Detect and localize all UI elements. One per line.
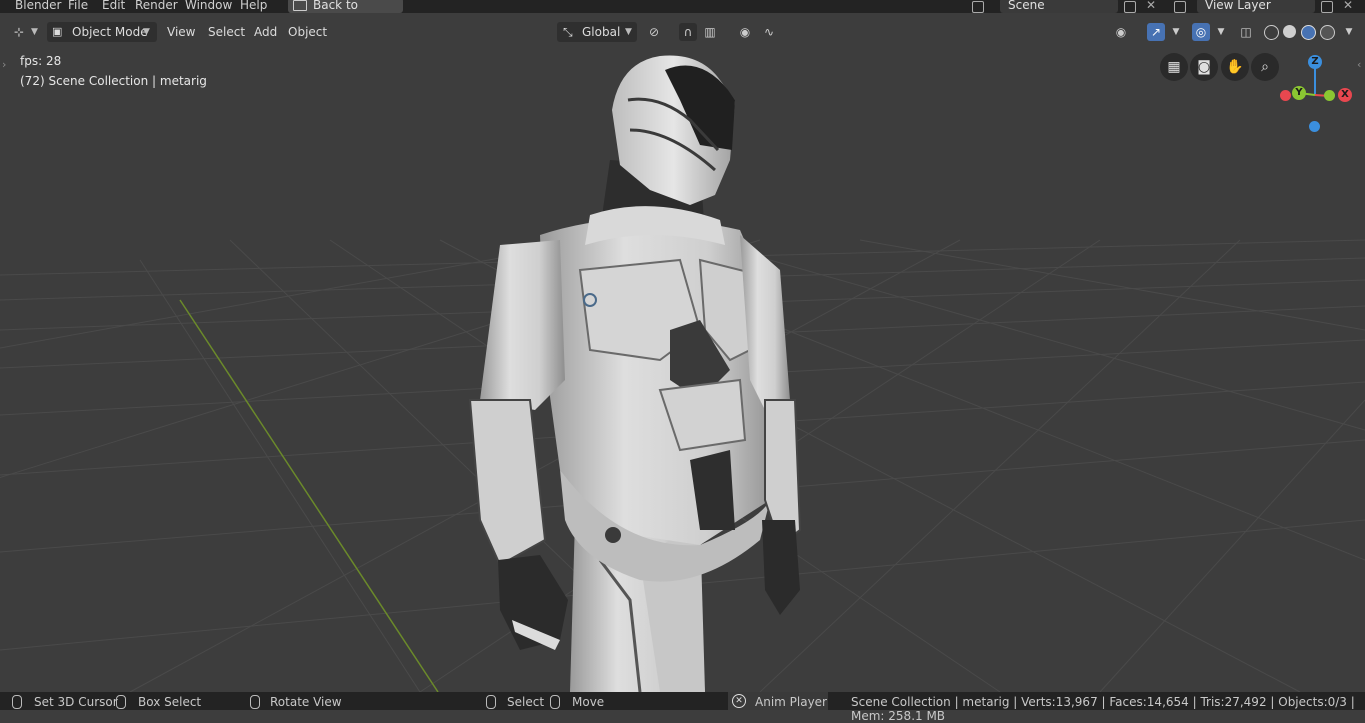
pivot-icon[interactable]: ⊘ xyxy=(645,23,663,41)
gizmo-toggle-icon[interactable]: ↗ xyxy=(1147,23,1165,41)
chevron-down-icon: ▼ xyxy=(143,27,150,37)
cancel-icon[interactable]: ✕ xyxy=(732,694,746,708)
toggle-grid-icon[interactable]: ▦ xyxy=(1160,53,1188,81)
view-layer-label: View Layer xyxy=(1205,0,1271,12)
mouse-drag-icon xyxy=(116,695,126,709)
x-axis-icon[interactable]: X xyxy=(1338,88,1352,102)
toolbar-expand-icon[interactable]: › xyxy=(2,58,6,71)
chevron-down-icon: ▼ xyxy=(625,27,632,37)
status-set-cursor: Set 3D Cursor xyxy=(34,695,118,709)
mouse-left-icon xyxy=(12,695,22,709)
anim-player-label: Anim Player xyxy=(755,695,827,709)
menu-add[interactable]: Add xyxy=(254,22,277,42)
scene-name-label: Scene xyxy=(1008,0,1045,12)
viewport-header: ⊹ ▼ ▣ Object Mode ▼ View Select Add Obje… xyxy=(0,20,1365,44)
y-axis-icon[interactable]: Y xyxy=(1292,86,1306,100)
new-view-layer-icon[interactable] xyxy=(1321,1,1333,13)
top-menu-bar: Blender File Edit Render Window Help Bac… xyxy=(0,0,1365,13)
proportional-edit-icon[interactable]: ◉ xyxy=(736,23,754,41)
status-box-select: Box Select xyxy=(138,695,202,709)
neg-y-axis-icon[interactable] xyxy=(1324,90,1335,101)
mouse-middle-icon xyxy=(250,695,260,709)
pan-hand-icon[interactable]: ✋ xyxy=(1221,53,1249,81)
status-select: Select xyxy=(507,695,545,709)
z-axis-icon[interactable]: Z xyxy=(1308,55,1322,69)
menu-render[interactable]: Render xyxy=(135,0,178,12)
transform-orientation-dropdown[interactable]: ⤡ Global ▼ xyxy=(557,22,637,42)
wireframe-shading-icon[interactable] xyxy=(1264,25,1279,40)
mouse-left-icon xyxy=(486,695,496,709)
editor-type-button[interactable]: ⊹ ▼ xyxy=(8,22,42,42)
material-shading-icon[interactable] xyxy=(1301,25,1316,40)
menu-select[interactable]: Select xyxy=(208,22,245,42)
collection-info: (72) Scene Collection | metarig xyxy=(20,74,207,88)
snap-icon[interactable]: ∩ xyxy=(679,23,697,41)
viewport-canvas[interactable] xyxy=(0,0,1365,710)
status-move: Move xyxy=(572,695,605,709)
chevron-down-icon[interactable]: ▼ xyxy=(1167,23,1185,41)
mouse-drag-icon xyxy=(550,695,560,709)
view-layer-browse-icon[interactable] xyxy=(1174,1,1186,13)
menu-edit[interactable]: Edit xyxy=(102,0,125,12)
back-to-previous-button[interactable]: Back to Previous xyxy=(288,0,403,13)
chevron-down-icon[interactable]: ▼ xyxy=(1212,23,1230,41)
menu-object[interactable]: Object xyxy=(288,22,327,42)
status-bar: Set 3D Cursor Box Select Rotate View Sel… xyxy=(0,692,1365,723)
editor-type-icon: ⊹ xyxy=(14,25,25,39)
back-to-previous-label: Back to Previous xyxy=(313,0,364,13)
neg-z-axis-icon[interactable] xyxy=(1309,121,1320,132)
visibility-icon[interactable]: ◉ xyxy=(1112,23,1130,41)
object-mode-dropdown[interactable]: ▣ Object Mode ▼ xyxy=(47,22,157,42)
fps-readout: fps: 28 xyxy=(20,54,62,68)
rendered-shading-icon[interactable] xyxy=(1320,25,1335,40)
neg-x-axis-icon[interactable] xyxy=(1280,90,1291,101)
view-layer-field[interactable]: View Layer xyxy=(1197,0,1315,13)
overlays-icon[interactable]: ◎ xyxy=(1192,23,1210,41)
xray-icon[interactable]: ◫ xyxy=(1237,23,1255,41)
menu-view[interactable]: View xyxy=(167,22,195,42)
screen-icon xyxy=(293,0,307,11)
chevron-down-icon: ▼ xyxy=(31,27,38,37)
object-mode-label: Object Mode xyxy=(72,25,148,39)
snap-target-icon[interactable]: ▥ xyxy=(701,23,719,41)
orientation-label: Global xyxy=(582,25,621,39)
close-icon[interactable]: ✕ xyxy=(1343,0,1353,12)
solid-shading-icon[interactable] xyxy=(1283,25,1296,38)
orientation-icon: ⤡ xyxy=(563,25,573,39)
sidebar-expand-icon[interactable]: ‹ xyxy=(1357,58,1361,71)
object-mode-icon: ▣ xyxy=(52,25,63,38)
status-rotate-view: Rotate View xyxy=(270,695,342,709)
scene-browse-icon[interactable] xyxy=(972,1,984,13)
falloff-icon[interactable]: ∿ xyxy=(760,23,778,41)
scene-stats: Scene Collection | metarig | Verts:13,96… xyxy=(851,695,1355,723)
new-scene-icon[interactable] xyxy=(1124,1,1136,13)
menu-file[interactable]: File xyxy=(68,0,88,12)
menu-blender[interactable]: Blender xyxy=(15,0,62,12)
anim-player-button[interactable]: ✕ Anim Player xyxy=(728,692,828,710)
scene-name-field[interactable]: Scene xyxy=(1000,0,1118,13)
close-icon[interactable]: ✕ xyxy=(1146,0,1156,12)
zoom-icon[interactable]: ⌕ xyxy=(1251,53,1279,81)
menu-help[interactable]: Help xyxy=(240,0,267,12)
menu-window[interactable]: Window xyxy=(185,0,232,12)
camera-view-icon[interactable]: ◙ xyxy=(1190,53,1218,81)
chevron-down-icon[interactable]: ▼ xyxy=(1340,23,1358,41)
